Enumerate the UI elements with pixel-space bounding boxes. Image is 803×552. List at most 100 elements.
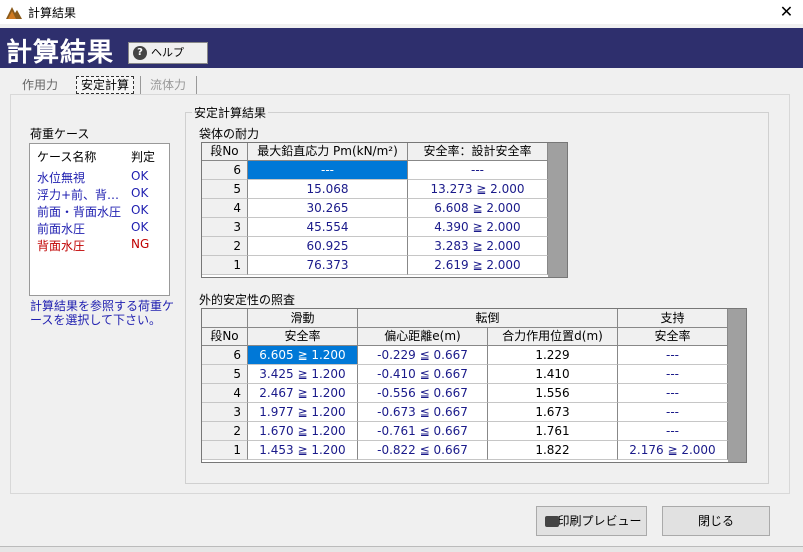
- row-number: 2: [202, 422, 248, 441]
- table-cell: 2.467 ≧ 1.200: [248, 384, 358, 403]
- bag-strength-table[interactable]: 段No 最大鉛直応力 Pm(kN/m²) 安全率：設計安全率 6 --- --- 5 15.0…: [201, 142, 568, 278]
- row-number: 6: [202, 346, 248, 365]
- bag-strength-title: 袋体の耐力: [199, 127, 260, 141]
- table-cell: 1.670 ≧ 1.200: [248, 422, 358, 441]
- table-scroll-area: [728, 309, 746, 462]
- case-judge: OK: [131, 203, 149, 217]
- row-number: 2: [202, 237, 248, 256]
- table-cell: 1.673: [488, 403, 618, 422]
- tab-action-force[interactable]: 作用力: [18, 76, 62, 94]
- table-cell: -0.229 ≦ 0.667: [358, 346, 488, 365]
- tab-divider: [196, 76, 197, 94]
- table-cell: ---: [618, 346, 728, 365]
- external-stability-table[interactable]: 滑動 転倒 支持 段No 安全率 偏心距離e(m) 合力作用位置d(m) 安全率 6 6.605 …: [201, 308, 747, 463]
- table-cell: 6.605 ≧ 1.200: [248, 346, 358, 365]
- row-number: 6: [202, 161, 248, 180]
- table-cell: -0.822 ≦ 0.667: [358, 441, 488, 460]
- table-cell: -0.673 ≦ 0.667: [358, 403, 488, 422]
- table-cell: 60.925: [248, 237, 408, 256]
- case-name: 背面水圧: [37, 239, 86, 253]
- case-name: 水位無視: [37, 171, 86, 185]
- table-cell: 3.425 ≧ 1.200: [248, 365, 358, 384]
- bottom-strip: [0, 546, 803, 552]
- table-cell: -0.556 ≦ 0.667: [358, 384, 488, 403]
- table-cell: 1.410: [488, 365, 618, 384]
- table-cell: 1.556: [488, 384, 618, 403]
- column-header: 合力作用位置d(m): [488, 328, 618, 346]
- table-cell: ---: [618, 365, 728, 384]
- group-header-overturning: 転倒: [358, 309, 618, 328]
- help-icon: ?: [133, 46, 147, 60]
- table-cell: 1.761: [488, 422, 618, 441]
- help-button-label: ヘルプ: [151, 46, 184, 59]
- case-row[interactable]: 前面・背面水圧 OK: [30, 203, 169, 220]
- case-name: 前面水圧: [37, 222, 86, 236]
- table-cell: ---: [408, 161, 548, 180]
- case-name-header: ケース名称: [37, 150, 97, 164]
- table-cell: 1.822: [488, 441, 618, 460]
- group-header-sliding: 滑動: [248, 309, 358, 328]
- table-scroll-area: [548, 143, 567, 277]
- window-close-button[interactable]: ✕: [770, 0, 803, 24]
- case-judge: NG: [131, 237, 150, 251]
- close-button[interactable]: 閉じる: [662, 506, 770, 536]
- case-judge-header: 判定: [131, 150, 156, 164]
- table-cell: 76.373: [248, 256, 408, 275]
- table-cell: ---: [618, 403, 728, 422]
- app-logo-icon: [6, 7, 22, 19]
- group-header-bearing: 支持: [618, 309, 728, 328]
- row-number: 4: [202, 199, 248, 218]
- case-row[interactable]: 背面水圧 NG: [30, 237, 169, 254]
- table-cell: 4.390 ≧ 2.000: [408, 218, 548, 237]
- printer-icon: [545, 516, 559, 527]
- table-cell: ---: [248, 161, 408, 180]
- window-title: 計算結果: [28, 6, 77, 20]
- row-number: 3: [202, 403, 248, 422]
- table-cell: 6.608 ≧ 2.000: [408, 199, 548, 218]
- external-stability-title: 外的安定性の照査: [199, 293, 296, 307]
- column-header: 安全率: [248, 328, 358, 346]
- column-header: 安全率：設計安全率: [408, 143, 548, 161]
- column-header: 段No: [202, 143, 248, 161]
- column-header: 安全率: [618, 328, 728, 346]
- case-judge: OK: [131, 169, 149, 183]
- load-case-label: 荷重ケース: [30, 127, 90, 141]
- title-bar: [0, 0, 803, 24]
- table-cell: 30.265: [248, 199, 408, 218]
- result-group-title: 安定計算結果: [192, 104, 269, 121]
- row-number: 1: [202, 441, 248, 460]
- table-cell: 1.977 ≧ 1.200: [248, 403, 358, 422]
- tab-stability-calc[interactable]: 安定計算: [76, 76, 135, 94]
- case-judge: OK: [131, 186, 149, 200]
- load-case-list[interactable]: ケース名称 判定 水位無視 OK 浮力+前、背… OK 前面・背面水圧 OK 前面水圧 OK 背…: [29, 143, 170, 296]
- table-cell: ---: [618, 384, 728, 403]
- table-cell: 45.554: [248, 218, 408, 237]
- case-select-hint: 計算結果を参照する荷重ケースを選択して下さい。: [30, 299, 175, 327]
- row-number: 1: [202, 256, 248, 275]
- help-button[interactable]: ? ヘルプ: [128, 42, 208, 64]
- case-row[interactable]: 浮力+前、背… OK: [30, 186, 169, 203]
- row-number: 5: [202, 365, 248, 384]
- table-cell: -0.761 ≦ 0.667: [358, 422, 488, 441]
- tab-divider: [140, 76, 141, 94]
- row-number: 5: [202, 180, 248, 199]
- column-header: 最大鉛直応力 Pm(kN/m²): [248, 143, 408, 161]
- page-title: 計算結果: [6, 38, 115, 68]
- column-header: 偏心距離e(m): [358, 328, 488, 346]
- print-preview-button[interactable]: 印刷プレビュー: [536, 506, 647, 536]
- table-cell: -0.410 ≦ 0.667: [358, 365, 488, 384]
- case-row[interactable]: 前面水圧 OK: [30, 220, 169, 237]
- table-cell: 2.619 ≧ 2.000: [408, 256, 548, 275]
- case-name: 浮力+前、背…: [37, 188, 120, 202]
- row-number: 4: [202, 384, 248, 403]
- case-row[interactable]: 水位無視 OK: [30, 169, 169, 186]
- table-cell: ---: [618, 422, 728, 441]
- table-cell: 1.229: [488, 346, 618, 365]
- case-name: 前面・背面水圧: [37, 205, 122, 219]
- column-header: 段No: [202, 328, 248, 346]
- header-band: [0, 28, 803, 68]
- table-cell: 15.068: [248, 180, 408, 199]
- tab-fluid-force: 流体力: [150, 78, 187, 92]
- table-cell: 3.283 ≧ 2.000: [408, 237, 548, 256]
- group-header: [202, 309, 248, 328]
